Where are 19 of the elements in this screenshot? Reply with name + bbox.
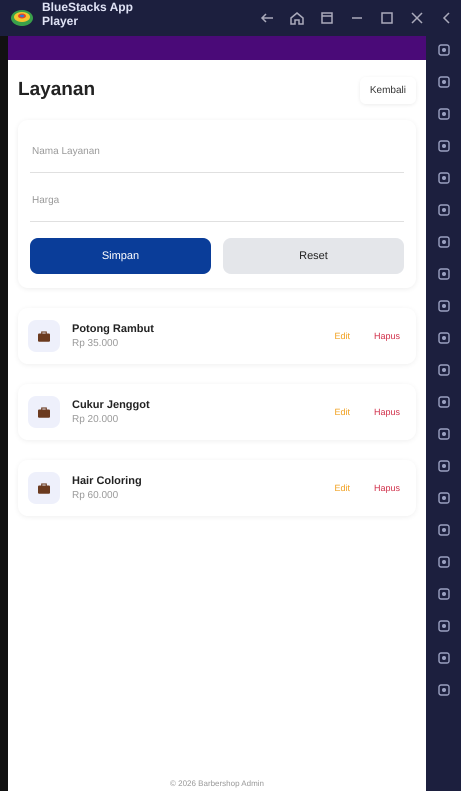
back-button[interactable]: Kembali [360,76,416,104]
service-price: Rp 60.000 [72,490,120,501]
reset-button[interactable]: Reset [223,238,404,274]
page-title: Layanan [18,79,96,101]
maximize-icon[interactable] [379,10,395,26]
service-name: Potong Rambut [72,323,155,335]
close-icon[interactable] [409,10,425,26]
tabs-icon[interactable] [319,10,335,26]
service-name: Hair Coloring [72,475,143,487]
window-title: BlueStacks App Player [42,0,134,30]
footer-text: © 2026 Barbershop Admin [170,779,264,790]
briefcase-icon [28,396,60,428]
save-button[interactable]: Simpan [30,238,211,274]
service-name: Cukur Jenggot [72,399,151,411]
briefcase-icon [28,320,60,352]
briefcase-icon [28,472,60,504]
service-price: Rp 20.000 [72,414,120,425]
service-price: Rp 35.000 [72,338,120,349]
app-logo-icon [10,8,34,28]
